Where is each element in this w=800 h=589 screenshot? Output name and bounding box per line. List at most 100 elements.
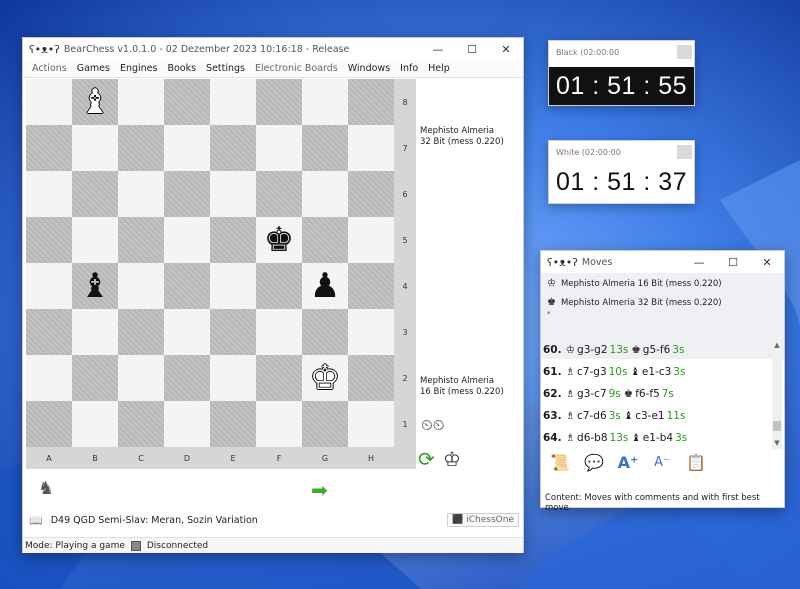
square-c6[interactable] xyxy=(118,171,164,217)
square-g4[interactable]: ♟ xyxy=(302,263,348,309)
square-a5[interactable] xyxy=(26,217,72,263)
square-g5[interactable] xyxy=(302,217,348,263)
square-d4[interactable] xyxy=(164,263,210,309)
font-increase-icon[interactable]: A⁺ xyxy=(617,451,639,473)
scroll-thumb[interactable] xyxy=(773,421,781,431)
square-b1[interactable] xyxy=(72,401,118,447)
square-f2[interactable] xyxy=(256,355,302,401)
clock-pair-icon[interactable]: ⏲⏲ xyxy=(421,416,444,434)
square-d2[interactable] xyxy=(164,355,210,401)
square-d8[interactable] xyxy=(164,79,210,125)
white-bishop-piece[interactable]: ♝ xyxy=(80,85,110,119)
square-f5[interactable]: ♚ xyxy=(256,217,302,263)
square-c4[interactable] xyxy=(118,263,164,309)
maximize-button[interactable]: ☐ xyxy=(455,38,489,60)
clipboard-icon[interactable]: 📋 xyxy=(685,451,707,473)
move-list[interactable]: 60. ♔ g3-g2 13s ♚ g5-f6 3s 61. ♗ c7-g3 10s ♝ e1-c3 3s… xyxy=(541,339,772,449)
square-a6[interactable] xyxy=(26,171,72,217)
moves-minimize-button[interactable]: — xyxy=(682,251,716,273)
next-move-arrow-icon[interactable]: ➡ xyxy=(311,478,328,502)
comments-icon[interactable]: 💬 xyxy=(583,451,605,473)
black-king-piece[interactable]: ♚ xyxy=(264,223,294,257)
menu-help[interactable]: Help xyxy=(423,63,455,74)
square-d5[interactable] xyxy=(164,217,210,263)
square-b2[interactable] xyxy=(72,355,118,401)
square-e6[interactable] xyxy=(210,171,256,217)
square-g1[interactable] xyxy=(302,401,348,447)
move-row[interactable]: 63. ♗ c7-d6 3s ♝ c3-e1 11s xyxy=(543,405,772,427)
square-c2[interactable] xyxy=(118,355,164,401)
square-c5[interactable] xyxy=(118,217,164,263)
square-g8[interactable] xyxy=(302,79,348,125)
square-g6[interactable] xyxy=(302,171,348,217)
square-d6[interactable] xyxy=(164,171,210,217)
square-c8[interactable] xyxy=(118,79,164,125)
square-h1[interactable] xyxy=(348,401,394,447)
square-h8[interactable] xyxy=(348,79,394,125)
square-b4[interactable]: ♝ xyxy=(72,263,118,309)
square-f6[interactable] xyxy=(256,171,302,217)
moves-title-bar[interactable]: ʕ•ᴥ•ʔ Moves — ☐ ✕ xyxy=(541,251,784,273)
square-b7[interactable] xyxy=(72,125,118,171)
square-c7[interactable] xyxy=(118,125,164,171)
menu-info[interactable]: Info xyxy=(395,63,423,74)
close-button[interactable]: ✕ xyxy=(489,38,523,60)
square-d1[interactable] xyxy=(164,401,210,447)
square-c3[interactable] xyxy=(118,309,164,355)
square-h2[interactable] xyxy=(348,355,394,401)
minimize-button[interactable]: — xyxy=(421,38,455,60)
white-king-piece[interactable]: ♚ xyxy=(310,361,340,395)
menu-electronic-boards[interactable]: Electronic Boards xyxy=(250,63,343,74)
move-row[interactable]: 64. ♗ d6-b8 13s ♝ e1-b4 3s xyxy=(543,427,772,449)
ichessone-button[interactable]: ⬛ iChessOne xyxy=(447,513,519,527)
square-e7[interactable] xyxy=(210,125,256,171)
title-bar[interactable]: ʕ•ᴥ•ʔ BearChess v1.0.1.0 - 02 Dezember 2… xyxy=(23,38,523,60)
square-c1[interactable] xyxy=(118,401,164,447)
square-b8[interactable]: ♝ xyxy=(72,79,118,125)
menu-windows[interactable]: Windows xyxy=(343,63,395,74)
square-a3[interactable] xyxy=(26,309,72,355)
square-e5[interactable] xyxy=(210,217,256,263)
square-f7[interactable] xyxy=(256,125,302,171)
square-a8[interactable] xyxy=(26,79,72,125)
square-h5[interactable] xyxy=(348,217,394,263)
chess-board[interactable]: ♝ 8 7 6 ♚ 5 ♝ ♟ 4 3 ♚ 2 1 xyxy=(26,79,416,447)
square-b3[interactable] xyxy=(72,309,118,355)
square-a2[interactable] xyxy=(26,355,72,401)
square-g3[interactable] xyxy=(302,309,348,355)
square-g7[interactable] xyxy=(302,125,348,171)
square-g2[interactable]: ♚ xyxy=(302,355,348,401)
export-notation-icon[interactable]: 📜 xyxy=(549,451,571,473)
square-f1[interactable] xyxy=(256,401,302,447)
black-bishop-piece[interactable]: ♝ xyxy=(80,269,110,303)
square-h7[interactable] xyxy=(348,125,394,171)
menu-games[interactable]: Games xyxy=(72,63,115,74)
black-clock-window[interactable]: Black (02:00:00 01 : 51 : 55 xyxy=(548,40,695,106)
square-e1[interactable] xyxy=(210,401,256,447)
scroll-down-icon[interactable]: ▼ xyxy=(772,439,782,449)
square-b5[interactable] xyxy=(72,217,118,263)
square-b6[interactable] xyxy=(72,171,118,217)
moves-close-button[interactable]: ✕ xyxy=(750,251,784,273)
scroll-up-icon[interactable]: ▲ xyxy=(772,341,782,351)
move-row[interactable]: 60. ♔ g3-g2 13s ♚ g5-f6 3s xyxy=(543,339,772,361)
moves-scrollbar[interactable]: ▲ ▼ xyxy=(772,341,782,449)
menu-engines[interactable]: Engines xyxy=(115,63,163,74)
square-f8[interactable] xyxy=(256,79,302,125)
square-a4[interactable] xyxy=(26,263,72,309)
square-h3[interactable] xyxy=(348,309,394,355)
square-d7[interactable] xyxy=(164,125,210,171)
menu-books[interactable]: Books xyxy=(162,63,201,74)
white-clock-close-button[interactable] xyxy=(677,145,692,159)
black-pawn-piece[interactable]: ♟ xyxy=(310,269,340,303)
square-a1[interactable] xyxy=(26,401,72,447)
square-f4[interactable] xyxy=(256,263,302,309)
square-e4[interactable] xyxy=(210,263,256,309)
font-decrease-icon[interactable]: A⁻ xyxy=(651,451,673,473)
square-h6[interactable] xyxy=(348,171,394,217)
menu-settings[interactable]: Settings xyxy=(201,63,250,74)
menu-actions[interactable]: Actions xyxy=(27,63,72,74)
black-clock-close-button[interactable] xyxy=(677,45,692,59)
engine-icon[interactable]: ♞ xyxy=(38,478,54,499)
white-clock-window[interactable]: White (02:00:00 01 : 51 : 37 xyxy=(548,140,695,204)
